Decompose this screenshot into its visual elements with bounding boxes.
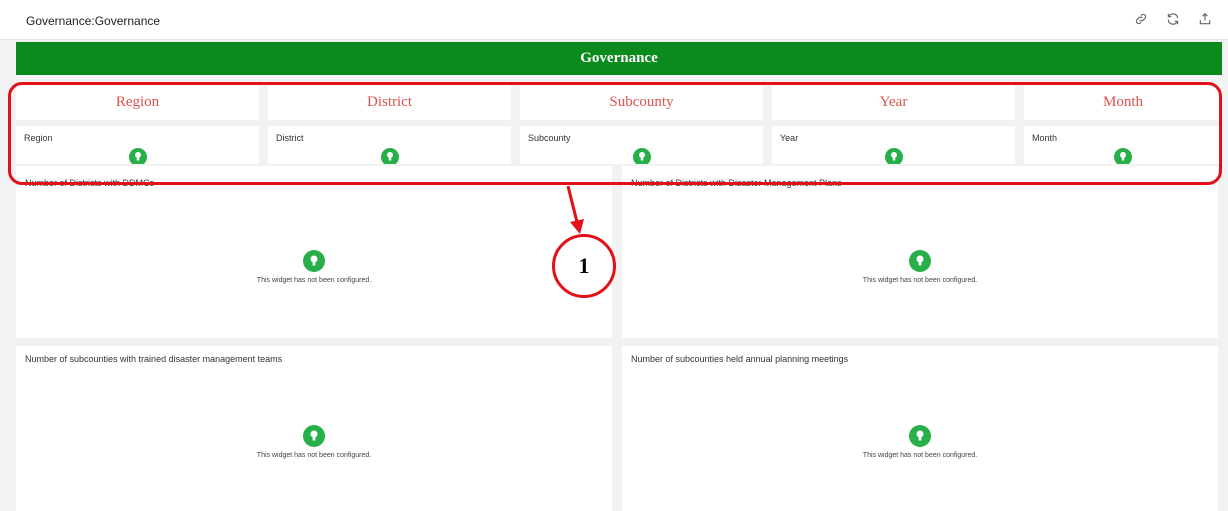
lightbulb-icon xyxy=(303,250,325,272)
lightbulb-icon xyxy=(909,425,931,447)
widget-title: Number of subcounties held annual planni… xyxy=(631,354,849,364)
filter-title: Region xyxy=(16,84,259,120)
widget-status-message: This widget has not been configured. xyxy=(256,277,372,284)
filter-month: Month Month xyxy=(1024,84,1222,164)
widget-subcounties-planning-meetings: Number of subcounties held annual planni… xyxy=(622,346,1218,511)
widget-status-message: This widget has not been configured. xyxy=(862,452,978,459)
filter-row: Region Region District District Subcount… xyxy=(16,84,1222,164)
widget-status-message: This widget has not been configured. xyxy=(862,277,978,284)
widget-title: Number of subcounties with trained disas… xyxy=(25,354,283,364)
dashboard-title: Governance:Governance xyxy=(26,14,161,28)
lightbulb-icon xyxy=(884,148,903,164)
top-bar: Governance:Governance xyxy=(0,0,1228,40)
filter-title: Subcounty xyxy=(520,84,763,120)
filter-label: District xyxy=(276,133,304,143)
widget-districts-dm-plans: Number of Districts with Disaster Manage… xyxy=(622,166,1218,338)
lightbulb-icon xyxy=(380,148,399,164)
filter-region: Region Region xyxy=(16,84,259,164)
widget-subcounties-trained-teams: Number of subcounties with trained disas… xyxy=(16,346,612,511)
export-icon[interactable] xyxy=(1196,10,1214,28)
filter-selector[interactable]: Subcounty xyxy=(520,126,763,164)
filter-selector[interactable]: Month xyxy=(1024,126,1222,164)
widget-districts-ddmcs: Number of Districts with DDMCs This widg… xyxy=(16,166,612,338)
filter-title: District xyxy=(268,84,511,120)
filter-label: Subcounty xyxy=(528,133,571,143)
refresh-icon[interactable] xyxy=(1164,10,1182,28)
widget-title: Number of Districts with Disaster Manage… xyxy=(631,178,842,188)
header-actions xyxy=(1132,10,1214,28)
filter-district: District District xyxy=(268,84,511,164)
filter-selector[interactable]: Region xyxy=(16,126,259,164)
widget-title: Number of Districts with DDMCs xyxy=(25,178,155,188)
lightbulb-icon xyxy=(303,425,325,447)
lightbulb-icon xyxy=(1114,148,1132,164)
filter-label: Year xyxy=(780,133,799,143)
filter-selector[interactable]: Year xyxy=(772,126,1015,164)
widget-status-message: This widget has not been configured. xyxy=(256,452,372,459)
lightbulb-icon xyxy=(632,148,651,164)
link-icon[interactable] xyxy=(1132,10,1150,28)
filter-label: Region xyxy=(24,133,53,143)
filter-year: Year Year xyxy=(772,84,1015,164)
filter-title: Month xyxy=(1024,84,1222,120)
lightbulb-icon xyxy=(909,250,931,272)
filter-title: Year xyxy=(772,84,1015,120)
governance-banner: Governance xyxy=(16,42,1222,75)
filter-label: Month xyxy=(1032,133,1058,143)
filter-selector[interactable]: District xyxy=(268,126,511,164)
filter-subcounty: Subcounty Subcounty xyxy=(520,84,763,164)
annotation-callout: 1 xyxy=(552,234,616,298)
lightbulb-icon xyxy=(128,148,147,164)
